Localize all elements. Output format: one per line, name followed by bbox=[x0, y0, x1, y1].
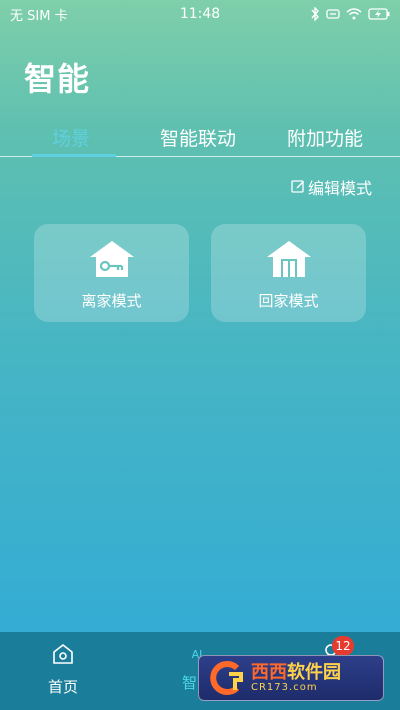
status-icons bbox=[310, 7, 390, 21]
tab-smart-linkage[interactable]: 智能联动 bbox=[160, 124, 236, 151]
away-mode-label: 离家模式 bbox=[81, 292, 142, 310]
notification-badge: 12 bbox=[332, 636, 354, 656]
battery-charging-icon bbox=[368, 8, 390, 20]
tab-additional-functions[interactable]: 附加功能 bbox=[287, 124, 363, 151]
away-mode-card[interactable]: 离家模式 bbox=[34, 224, 189, 322]
watermark-text: 西西软件园 CR173.com bbox=[251, 661, 341, 694]
house-door-icon bbox=[265, 240, 313, 282]
edit-mode-button[interactable]: 编辑模式 bbox=[291, 175, 372, 199]
bluetooth-icon bbox=[310, 7, 320, 21]
nav-home[interactable]: 首页 bbox=[48, 642, 78, 697]
edit-icon bbox=[291, 178, 305, 197]
watermark-logo: 西西软件园 CR173.com bbox=[198, 655, 384, 701]
watermark-brand: 西西软件园 bbox=[251, 661, 341, 683]
tab-bar: 场景 智能联动 附加功能 bbox=[0, 118, 400, 157]
home-icon bbox=[51, 642, 75, 670]
watermark-brand-part2: 软件园 bbox=[287, 661, 341, 683]
status-bar: 无 SIM 卡 11:48 bbox=[0, 0, 400, 28]
nav-home-label: 首页 bbox=[48, 678, 79, 696]
wifi-icon bbox=[346, 8, 362, 20]
app-screen: 无 SIM 卡 11:48 智能 场景 智能联动 附加功能 编辑模式 离家模式 … bbox=[0, 0, 400, 710]
active-tab-indicator bbox=[32, 154, 116, 157]
watermark-domain: CR173.com bbox=[251, 682, 318, 694]
dnd-icon bbox=[326, 8, 340, 20]
carrier-text: 无 SIM 卡 bbox=[10, 8, 68, 24]
home-mode-label: 回家模式 bbox=[258, 292, 319, 310]
house-key-icon bbox=[88, 240, 136, 282]
edit-mode-label: 编辑模式 bbox=[307, 179, 372, 198]
home-mode-card[interactable]: 回家模式 bbox=[211, 224, 366, 322]
tab-scene[interactable]: 场景 bbox=[52, 124, 90, 151]
page-title: 智能 bbox=[24, 60, 91, 98]
watermark-brand-part1: 西西 bbox=[251, 661, 287, 683]
cr-logo-icon bbox=[207, 660, 247, 696]
